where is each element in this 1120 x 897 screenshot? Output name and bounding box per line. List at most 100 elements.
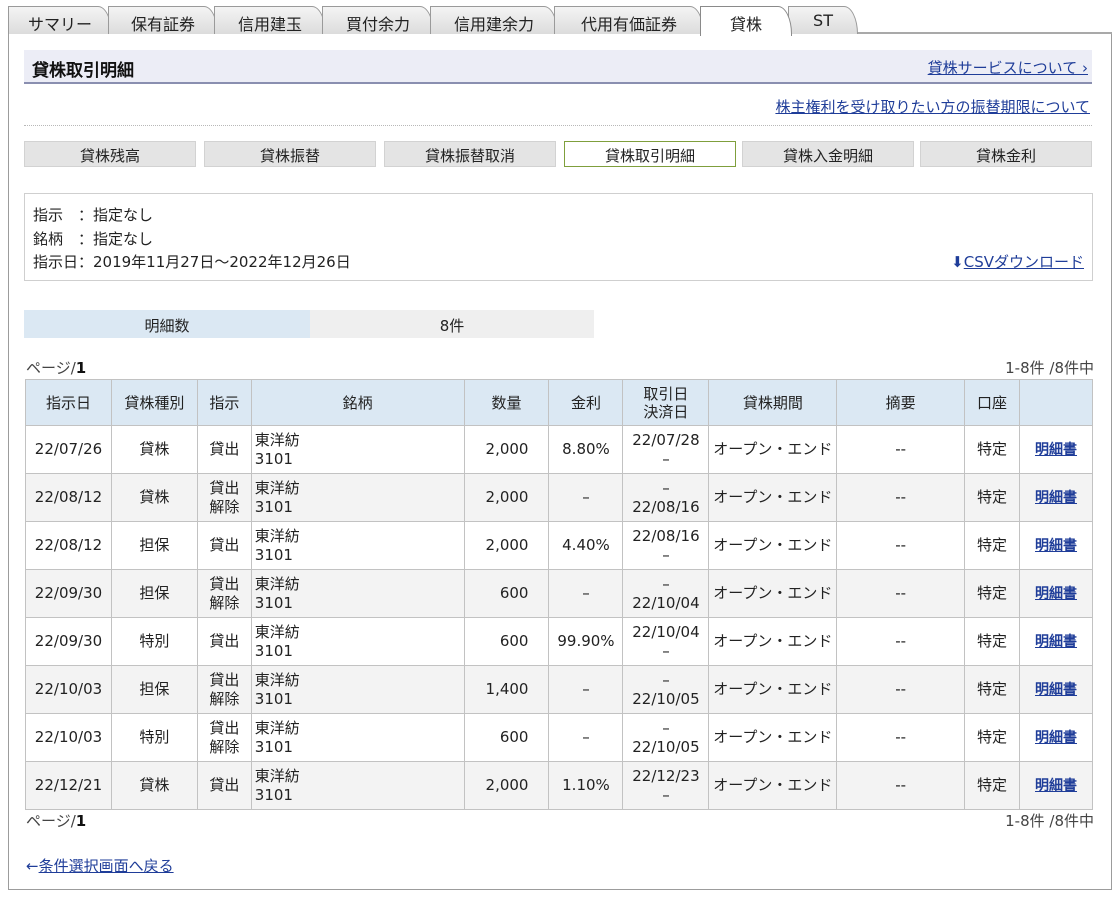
cell-link: 明細書 xyxy=(1019,425,1093,474)
col-header-period: 貸株期間 xyxy=(708,379,838,426)
trade-date: 22/07/28 xyxy=(632,430,700,449)
cell-date: 22/08/12 xyxy=(25,521,112,570)
cell-dates: –22/10/04 xyxy=(622,569,710,618)
cell-type: 担保 xyxy=(110,665,198,714)
cell-link: 明細書 xyxy=(1019,521,1093,570)
page-title: 貸株取引明細 xyxy=(32,61,134,81)
stock-name: 東洋紡 xyxy=(254,718,300,737)
cell-stock: 東洋紡 3101 xyxy=(250,761,465,810)
subtab-lending-transfer[interactable]: 貸株振替 xyxy=(204,141,376,167)
cell-quantity: 2,000 xyxy=(463,473,550,522)
settle-date: – xyxy=(662,449,670,468)
settle-date: 22/08/16 xyxy=(632,497,700,516)
instruction-sub: 解除 xyxy=(209,593,240,612)
stock-name: 東洋紡 xyxy=(254,622,300,641)
table-row: 22/08/12 担保 貸出 東洋紡 3101 2,000 4.40% 22/08… xyxy=(25,521,1093,570)
cell-rate: 8.80% xyxy=(548,425,624,474)
tab-collateral-securities[interactable]: 代用有価証券 xyxy=(554,6,704,34)
subtab-lending-rates[interactable]: 貸株金利 xyxy=(920,141,1092,167)
cell-date: 22/09/30 xyxy=(25,617,112,666)
lending-service-link[interactable]: 貸株サービスについて › xyxy=(928,57,1088,78)
statement-link[interactable]: 明細書 xyxy=(1035,778,1077,794)
cell-account: 特定 xyxy=(964,473,1021,522)
stock-name: 東洋紡 xyxy=(254,430,300,449)
subtab-deposit-details[interactable]: 貸株入金明細 xyxy=(742,141,914,167)
shareholder-rights-link[interactable]: 株主権利を受け取りたい方の振替期限について xyxy=(775,96,1090,117)
cell-rate: 99.90% xyxy=(548,617,624,666)
cell-dates: 22/08/16– xyxy=(622,521,710,570)
cell-link: 明細書 xyxy=(1019,761,1093,810)
record-count-value: 8件 xyxy=(310,310,594,338)
stock-code: 3101 xyxy=(254,497,293,516)
tab-summary[interactable]: サマリー xyxy=(8,6,112,34)
col-header-type: 貸株種別 xyxy=(110,379,198,426)
cell-instruction: 貸出 解除 xyxy=(196,569,252,618)
cell-type: 貸株 xyxy=(110,425,198,474)
cell-period: オープン・エンド xyxy=(708,425,838,474)
cell-account: 特定 xyxy=(964,617,1021,666)
instruction-text: 貸出 xyxy=(209,478,240,497)
cell-rate: 4.40% xyxy=(548,521,624,570)
statement-link[interactable]: 明細書 xyxy=(1035,586,1077,602)
csv-download-label: CSVダウンロード xyxy=(963,253,1084,271)
cell-instruction: 貸出 xyxy=(196,617,252,666)
statement-link[interactable]: 明細書 xyxy=(1035,730,1077,746)
cell-rate: – xyxy=(548,569,624,618)
result-range-top: 1-8件 /8件中 xyxy=(1005,359,1094,377)
table-header-row: 指示日 貸株種別 指示 銘柄 数量 金利 取引日 決済日 貸株期間 摘要 口座 xyxy=(25,379,1093,426)
search-conditions-box: 指示 ：指定なし 銘柄 ：指定なし 指示日：2019年11月27日～2022年1… xyxy=(24,193,1093,281)
cell-type: 特別 xyxy=(110,617,198,666)
back-to-conditions-link[interactable]: ←条件選択画面へ戻る xyxy=(26,855,174,876)
table-row: 22/09/30 担保 貸出 解除 東洋紡 3101 600 – –22/10/04… xyxy=(25,569,1093,618)
statement-link[interactable]: 明細書 xyxy=(1035,682,1077,698)
cell-link: 明細書 xyxy=(1019,473,1093,522)
settle-date: – xyxy=(662,641,670,660)
col-header-date: 指示日 xyxy=(25,379,112,426)
subtab-lending-balance[interactable]: 貸株残高 xyxy=(24,141,196,167)
stock-name: 東洋紡 xyxy=(254,526,300,545)
statement-link[interactable]: 明細書 xyxy=(1035,442,1077,458)
cell-summary: -- xyxy=(836,617,966,666)
stock-code: 3101 xyxy=(254,449,293,468)
cell-quantity: 600 xyxy=(463,569,550,618)
cell-period: オープン・エンド xyxy=(708,761,838,810)
tab-stock-lending[interactable]: 貸株 xyxy=(700,6,792,36)
stock-code: 3101 xyxy=(254,545,293,564)
cell-stock: 東洋紡 3101 xyxy=(250,665,465,714)
trade-date: – xyxy=(662,478,670,497)
cell-summary: -- xyxy=(836,521,966,570)
col-header-trade-date: 取引日 xyxy=(643,384,689,403)
cell-instruction: 貸出 解除 xyxy=(196,713,252,762)
instruction-sub: 解除 xyxy=(209,689,240,708)
tab-st[interactable]: ST xyxy=(788,6,858,34)
tab-holdings[interactable]: 保有証券 xyxy=(108,6,218,34)
stock-code: 3101 xyxy=(254,641,293,660)
cell-rate: 1.10% xyxy=(548,761,624,810)
stock-name: 東洋紡 xyxy=(254,574,300,593)
statement-link[interactable]: 明細書 xyxy=(1035,634,1077,650)
cell-date: 22/09/30 xyxy=(25,569,112,618)
col-header-account: 口座 xyxy=(964,379,1021,426)
cell-type: 特別 xyxy=(110,713,198,762)
subtab-transfer-cancel[interactable]: 貸株振替取消 xyxy=(384,141,556,167)
cell-quantity: 2,000 xyxy=(463,521,550,570)
statement-link[interactable]: 明細書 xyxy=(1035,490,1077,506)
pager-page: 1 xyxy=(75,812,87,830)
instruction-text: 貸出 xyxy=(209,718,240,737)
instruction-sub: 解除 xyxy=(209,737,240,756)
statement-link[interactable]: 明細書 xyxy=(1035,538,1077,554)
cell-dates: –22/10/05 xyxy=(622,665,710,714)
cell-quantity: 2,000 xyxy=(463,761,550,810)
settle-date: 22/10/05 xyxy=(632,737,700,756)
trade-date: – xyxy=(662,574,670,593)
tab-margin-positions[interactable]: 信用建玉 xyxy=(214,6,326,34)
tab-buying-power[interactable]: 買付余力 xyxy=(322,6,434,34)
cell-quantity: 600 xyxy=(463,617,550,666)
cell-account: 特定 xyxy=(964,761,1021,810)
tab-margin-power[interactable]: 信用建余力 xyxy=(430,6,558,34)
cell-summary: -- xyxy=(836,761,966,810)
subtab-transaction-details[interactable]: 貸株取引明細 xyxy=(564,141,736,167)
pager-bottom: ページ/1 xyxy=(26,810,86,831)
csv-download-link[interactable]: ⬇CSVダウンロード xyxy=(951,251,1084,272)
col-header-link xyxy=(1019,379,1093,426)
